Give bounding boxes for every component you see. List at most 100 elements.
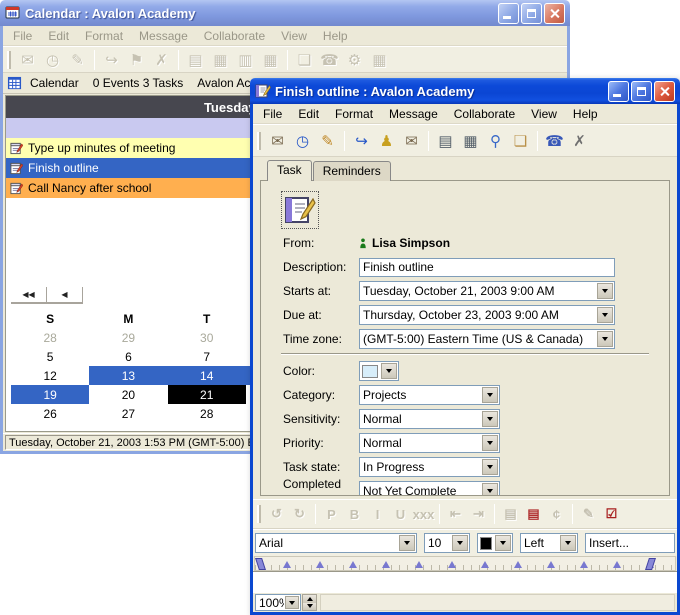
checklist-icon[interactable]: ▤ [522, 504, 545, 525]
chevron-down-icon[interactable] [482, 411, 498, 427]
month-view-icon[interactable]: ▦ [258, 48, 283, 71]
tab-task[interactable]: Task [267, 160, 312, 181]
toolbar-grip[interactable] [7, 51, 11, 69]
tab-stop-marker[interactable] [283, 561, 291, 568]
chevron-down-icon[interactable] [399, 535, 415, 551]
tab-stop-marker[interactable] [448, 561, 456, 568]
menu-format[interactable]: Format [77, 27, 131, 45]
delete-icon[interactable]: ✗ [567, 129, 592, 152]
chevron-down-icon[interactable] [482, 387, 498, 403]
maximize-button[interactable] [631, 81, 652, 102]
call-icon[interactable]: ☎ [542, 129, 567, 152]
day-cell[interactable]: 6 [89, 347, 167, 366]
color-select[interactable] [359, 361, 399, 381]
completed-on-select[interactable]: Not Yet Complete [359, 481, 500, 496]
task-window-titlebar[interactable]: Finish outline : Avalon Academy [250, 78, 680, 104]
prev-year-button[interactable]: ◀◀ [11, 287, 47, 304]
day-cell[interactable]: 13 [89, 366, 167, 385]
undo-icon[interactable]: ↺ [265, 504, 288, 525]
zoom-select[interactable]: 100% [255, 594, 301, 611]
day-cell[interactable]: 21 [168, 385, 246, 404]
day-cell[interactable]: 28 [168, 404, 246, 423]
tab-stop-marker[interactable] [481, 561, 489, 568]
menu-help[interactable]: Help [315, 27, 356, 45]
minimize-button[interactable] [498, 3, 519, 24]
new-appointment-icon[interactable]: ◷ [40, 48, 65, 71]
tab-stop-marker[interactable] [349, 561, 357, 568]
insert-select[interactable]: Insert... [585, 533, 675, 553]
right-indent-marker[interactable] [645, 558, 656, 570]
tools-icon[interactable]: ⚙ [342, 48, 367, 71]
properties-icon[interactable]: ▤ [433, 129, 458, 152]
description-input[interactable]: Finish outline [359, 258, 615, 277]
chevron-down-icon[interactable] [285, 596, 299, 609]
day-cell[interactable]: 26 [11, 404, 89, 423]
toolbar-grip[interactable] [257, 505, 261, 523]
menu-file[interactable]: File [255, 105, 290, 123]
menu-format[interactable]: Format [327, 105, 381, 123]
day-cell[interactable]: 29 [89, 328, 167, 347]
highlighter-icon[interactable]: ✎ [577, 504, 600, 525]
menu-help[interactable]: Help [565, 105, 606, 123]
delete-icon[interactable]: ✗ [149, 48, 174, 71]
find-icon[interactable]: ⚲ [483, 129, 508, 152]
tab-stop-marker[interactable] [514, 561, 522, 568]
chevron-down-icon[interactable] [482, 483, 498, 496]
new-mail-icon[interactable]: ✉ [265, 129, 290, 152]
priority-select[interactable]: Normal [359, 433, 500, 453]
day-cell[interactable]: 12 [11, 366, 89, 385]
category-select[interactable]: Projects [359, 385, 500, 405]
bold-icon[interactable]: B [343, 504, 366, 525]
day-cell[interactable]: 20 [89, 385, 167, 404]
prev-month-button[interactable]: ◀ [47, 287, 83, 304]
chevron-down-icon[interactable] [495, 535, 511, 551]
menu-file[interactable]: File [5, 27, 40, 45]
tab-stop-marker[interactable] [547, 561, 555, 568]
horizontal-scrollbar[interactable] [320, 594, 675, 611]
ruler[interactable] [254, 556, 676, 571]
time-zone-select[interactable]: (GMT-5:00) Eastern Time (US & Canada) [359, 329, 615, 349]
font-color-select[interactable] [477, 533, 513, 553]
toolbar-grip[interactable] [257, 132, 261, 150]
maximize-button[interactable] [521, 3, 542, 24]
close-button[interactable] [654, 81, 675, 102]
tab-stop-marker[interactable] [382, 561, 390, 568]
starts-at-select[interactable]: Tuesday, October 21, 2003 9:00 AM [359, 281, 615, 301]
day-view-icon[interactable]: ▦ [208, 48, 233, 71]
day-cell[interactable]: 14 [168, 366, 246, 385]
day-cell[interactable]: 30 [168, 328, 246, 347]
calendar-window-titlebar[interactable]: Calendar : Avalon Academy [0, 0, 570, 26]
chevron-down-icon[interactable] [381, 363, 397, 379]
menu-collaborate[interactable]: Collaborate [196, 27, 273, 45]
tab-stop-marker[interactable] [415, 561, 423, 568]
day-cell[interactable]: 28 [11, 328, 89, 347]
chevron-down-icon[interactable] [482, 459, 498, 475]
menu-collaborate[interactable]: Collaborate [446, 105, 523, 123]
tab-stop-marker[interactable] [613, 561, 621, 568]
print-icon[interactable]: ▦ [458, 129, 483, 152]
menu-edit[interactable]: Edit [40, 27, 77, 45]
outdent-icon[interactable]: ⇤ [444, 504, 467, 525]
chevron-down-icon[interactable] [597, 283, 613, 299]
chevron-down-icon[interactable] [597, 307, 613, 323]
chevron-down-icon[interactable] [597, 331, 613, 347]
phone-icon[interactable]: ☎ [317, 48, 342, 71]
print-icon[interactable]: ▦ [367, 48, 392, 71]
zoom-stepper[interactable] [302, 594, 317, 611]
flag-icon[interactable]: ⚑ [124, 48, 149, 71]
indent-icon[interactable]: ⇥ [467, 504, 490, 525]
menu-view[interactable]: View [523, 105, 565, 123]
new-task-icon[interactable]: ✎ [65, 48, 90, 71]
tab-stop-marker[interactable] [580, 561, 588, 568]
new-appointment-icon[interactable]: ◷ [290, 129, 315, 152]
minimize-button[interactable] [608, 81, 629, 102]
chevron-down-icon[interactable] [452, 535, 468, 551]
list-view-icon[interactable]: ▤ [183, 48, 208, 71]
bullet-list-icon[interactable]: ▤ [499, 504, 522, 525]
day-cell[interactable]: 19 [11, 385, 89, 404]
chevron-down-icon[interactable] [560, 535, 576, 551]
forward-icon[interactable]: ↪ [99, 48, 124, 71]
font-size-select[interactable]: 10 [424, 533, 470, 553]
paragraph-style-icon[interactable]: P [320, 504, 343, 525]
task-state-select[interactable]: In Progress [359, 457, 500, 477]
